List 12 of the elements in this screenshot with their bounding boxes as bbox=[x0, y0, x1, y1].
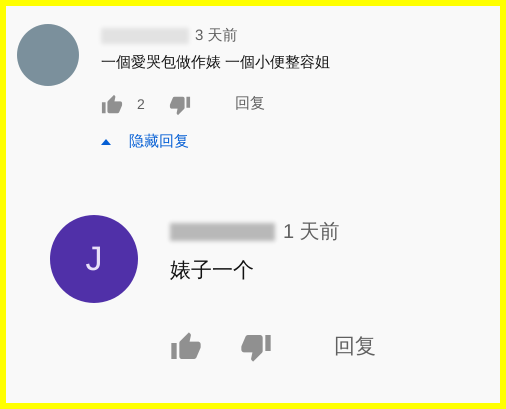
avatar[interactable]: J bbox=[50, 215, 138, 303]
comment-text: 婊子一个 bbox=[170, 258, 255, 284]
comment-time: 1 天前 bbox=[283, 220, 340, 245]
like-count: 2 bbox=[137, 95, 145, 114]
hide-replies-button[interactable]: 隐藏回复 bbox=[101, 130, 330, 153]
comment-text: 一個愛哭包做作婊 一個小便整容姐 bbox=[101, 53, 330, 73]
thumbs-up-icon[interactable] bbox=[101, 94, 123, 116]
avatar-letter: J bbox=[86, 238, 102, 280]
reply-button[interactable]: 回复 bbox=[234, 93, 265, 116]
reply-button[interactable]: 回复 bbox=[334, 330, 376, 362]
caret-up-icon bbox=[101, 138, 111, 145]
comment-time: 3 天前 bbox=[195, 26, 238, 46]
